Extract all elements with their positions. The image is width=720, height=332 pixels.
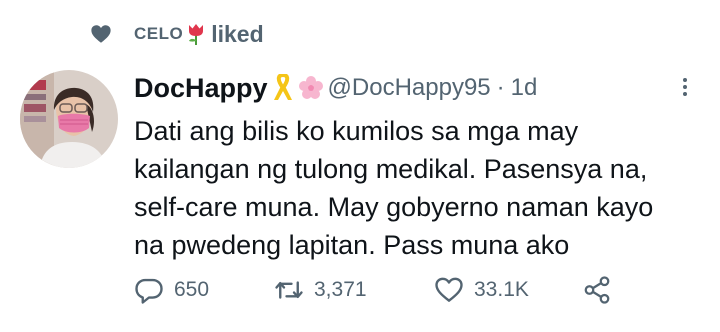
tweet-header: DocHappy @DocHappy95 · 1d — [134, 70, 694, 106]
heart-filled-icon — [91, 25, 111, 43]
tweet-text-line: self-care muna. May gobyerno naman kayo — [134, 192, 654, 222]
liked-label: liked — [211, 20, 264, 47]
like-count: 33.1K — [474, 278, 529, 301]
retweet-count: 3,371 — [314, 278, 367, 301]
tweet-actions: 650 3,371 33.1K — [134, 272, 612, 308]
separator-dot: · — [496, 74, 505, 101]
tweet[interactable]: DocHappy @DocHappy95 · 1d Dati ang bilis… — [134, 70, 694, 264]
tweet-timestamp[interactable]: 1d — [511, 74, 538, 102]
retweet-icon — [275, 281, 303, 299]
tweet-text-line: Dati ang bilis ko kumilos sa mga may — [134, 116, 579, 146]
user-handle[interactable]: @DocHappy95 — [328, 74, 491, 102]
reply-count: 650 — [174, 278, 210, 301]
avatar[interactable] — [20, 70, 118, 168]
retweet-button[interactable]: 3,371 — [274, 275, 434, 305]
tweet-text-line: na pwedeng lapitan. Pass muna ako — [134, 230, 570, 260]
more-vertical-icon[interactable] — [678, 74, 692, 104]
share-icon — [584, 276, 610, 304]
liker-username[interactable]: CELO — [134, 24, 183, 44]
heart-outline-icon — [435, 277, 463, 302]
social-context: CELO liked — [90, 18, 264, 50]
reply-button[interactable]: 650 — [134, 275, 274, 305]
tweet-text-line: kailangan ng tulong medikal. Pasensya na… — [134, 154, 648, 184]
cherry-blossom-emoji — [298, 76, 323, 99]
share-button[interactable] — [582, 275, 612, 305]
reply-icon — [135, 278, 163, 304]
yellow-ribbon-emoji — [273, 74, 292, 100]
display-name[interactable]: DocHappy — [134, 73, 268, 104]
like-button[interactable]: 33.1K — [434, 275, 582, 305]
tweet-text: Dati ang bilis ko kumilos sa mga may kai… — [134, 112, 654, 264]
tulip-emoji — [189, 24, 204, 45]
